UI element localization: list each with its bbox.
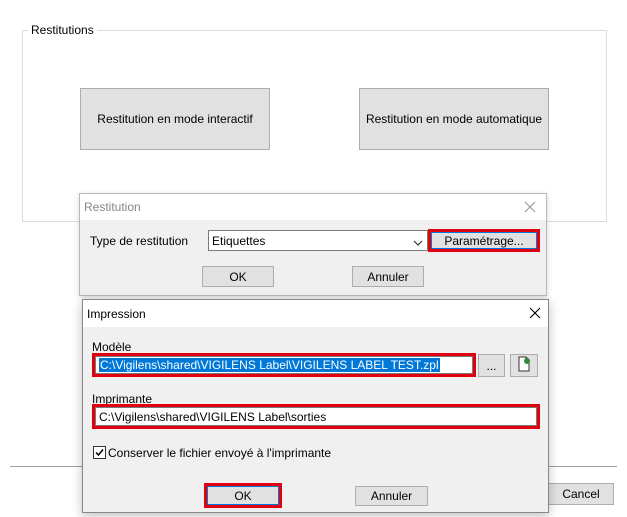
- interactive-mode-button[interactable]: Restitution en mode interactif: [80, 88, 270, 150]
- model-input[interactable]: C:\Vigilens\shared\VIGILENS Label\VIGILE…: [92, 353, 476, 377]
- settings-button[interactable]: Paramétrage...: [428, 229, 540, 252]
- impression-cancel-button[interactable]: Annuler: [355, 486, 428, 506]
- restitution-close-icon[interactable]: [522, 199, 538, 215]
- open-file-icon: [516, 356, 532, 375]
- browse-button[interactable]: ...: [478, 354, 505, 377]
- printer-input-value: C:\Vigilens\shared\VIGILENS Label\sortie…: [99, 409, 327, 424]
- model-input-value: C:\Vigilens\shared\VIGILENS Label\VIGILE…: [99, 358, 440, 372]
- restitutions-group-title: Restitutions: [28, 23, 97, 37]
- keep-file-checkbox[interactable]: [93, 446, 106, 459]
- printer-label: Imprimante: [92, 392, 153, 406]
- chevron-down-icon: [413, 236, 423, 250]
- impression-ok-button[interactable]: OK: [204, 483, 282, 508]
- restitution-type-select[interactable]: Etiquettes: [208, 230, 428, 251]
- impression-titlebar: Impression: [83, 300, 548, 327]
- background-cancel-button[interactable]: Cancel: [548, 483, 614, 505]
- restitution-cancel-button[interactable]: Annuler: [352, 266, 424, 287]
- restitution-type-value: Etiquettes: [212, 234, 266, 248]
- automatic-mode-button[interactable]: Restitution en mode automatique: [359, 88, 549, 150]
- restitution-titlebar: Restitution: [80, 194, 546, 220]
- impression-close-icon[interactable]: [527, 305, 543, 321]
- restitution-type-label: Type de restitution: [90, 234, 189, 248]
- model-label: Modèle: [92, 340, 132, 354]
- restitution-dialog: Restitution Type de restitution Etiquett…: [79, 193, 547, 296]
- impression-title: Impression: [87, 306, 146, 321]
- printer-input[interactable]: C:\Vigilens\shared\VIGILENS Label\sortie…: [92, 404, 540, 429]
- restitution-title: Restitution: [84, 200, 141, 214]
- open-file-button[interactable]: [510, 354, 538, 377]
- keep-file-label[interactable]: Conserver le fichier envoyé à l'impriman…: [108, 446, 331, 460]
- checkmark-icon: [95, 449, 104, 457]
- restitution-ok-button[interactable]: OK: [202, 266, 274, 287]
- impression-dialog: Impression Modèle C:\Vigilens\shared\VIG…: [82, 299, 549, 513]
